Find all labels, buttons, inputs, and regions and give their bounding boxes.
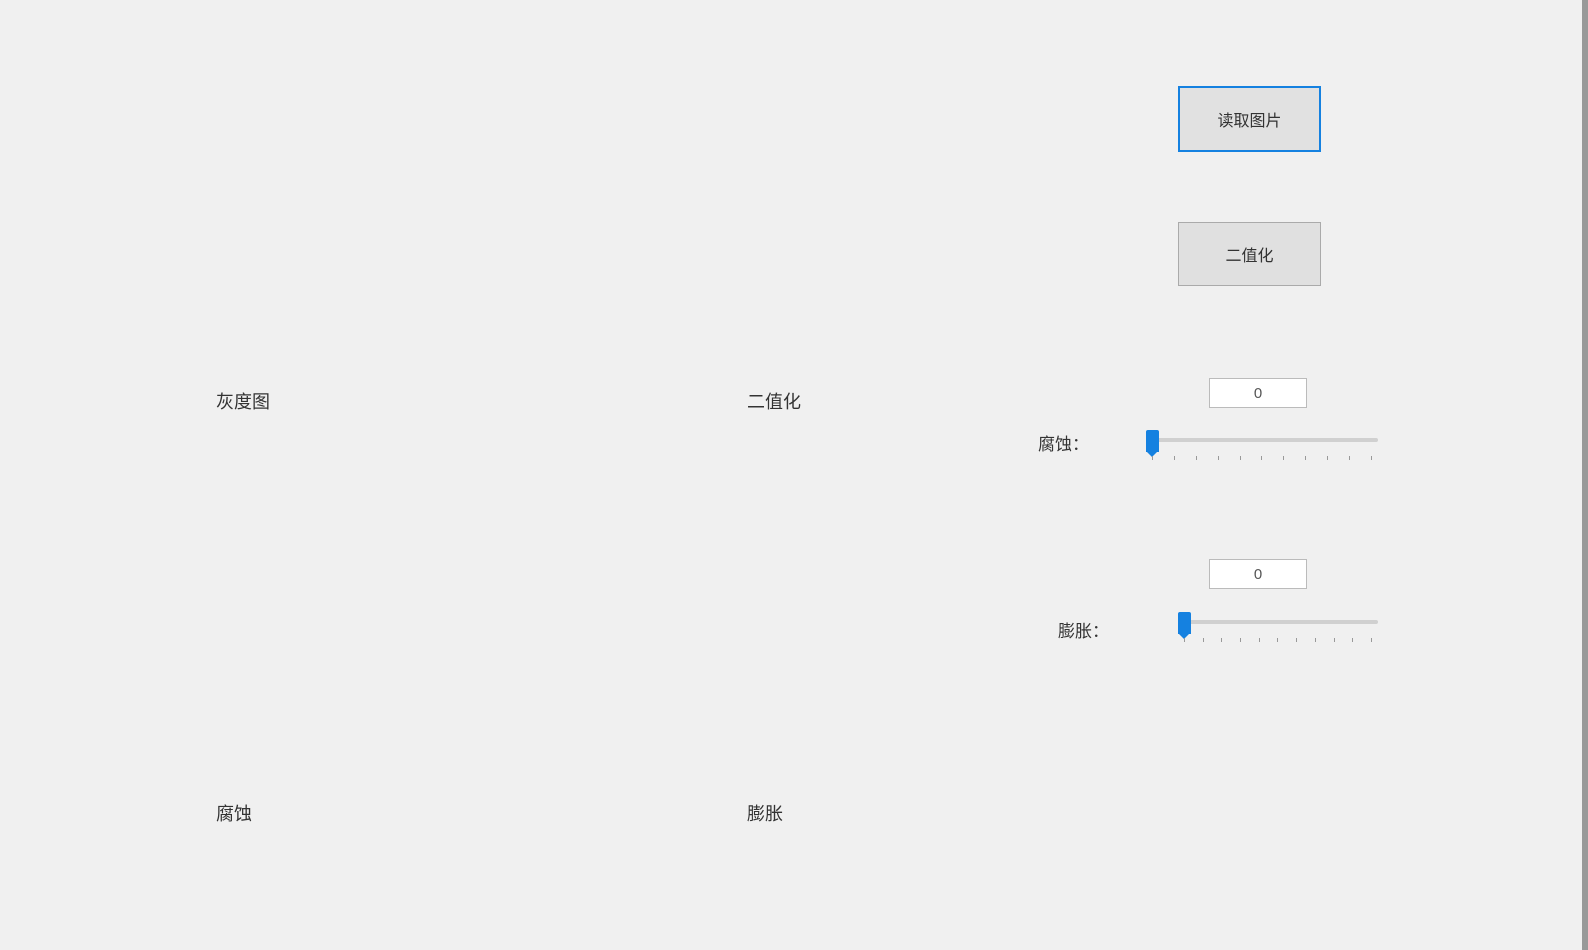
dilate-value-display: 0: [1209, 559, 1307, 589]
dilate-bottom-label: 膨胀: [747, 800, 783, 826]
read-image-button[interactable]: 读取图片: [1178, 86, 1321, 152]
dilate-slider-track: [1178, 620, 1378, 624]
main-panel: 读取图片 二值化 灰度图 二值化 腐蚀 膨胀 腐蚀： 0 膨胀： 0: [0, 0, 1588, 950]
binarize-button[interactable]: 二值化: [1178, 222, 1321, 286]
erode-slider-track: [1146, 438, 1378, 442]
binary-label: 二值化: [747, 388, 801, 414]
dilate-slider[interactable]: [1178, 610, 1378, 650]
erode-value-display: 0: [1209, 378, 1307, 408]
dilate-slider-label: 膨胀：: [1058, 617, 1109, 642]
erode-slider-ticks: [1152, 456, 1372, 462]
grayscale-label: 灰度图: [216, 388, 270, 414]
erode-bottom-label: 腐蚀: [216, 800, 252, 826]
erode-slider-thumb[interactable]: [1146, 430, 1159, 452]
dilate-slider-ticks: [1184, 638, 1372, 644]
dilate-slider-thumb[interactable]: [1178, 612, 1191, 634]
erode-slider[interactable]: [1146, 428, 1378, 468]
erode-slider-label: 腐蚀：: [1038, 430, 1089, 455]
